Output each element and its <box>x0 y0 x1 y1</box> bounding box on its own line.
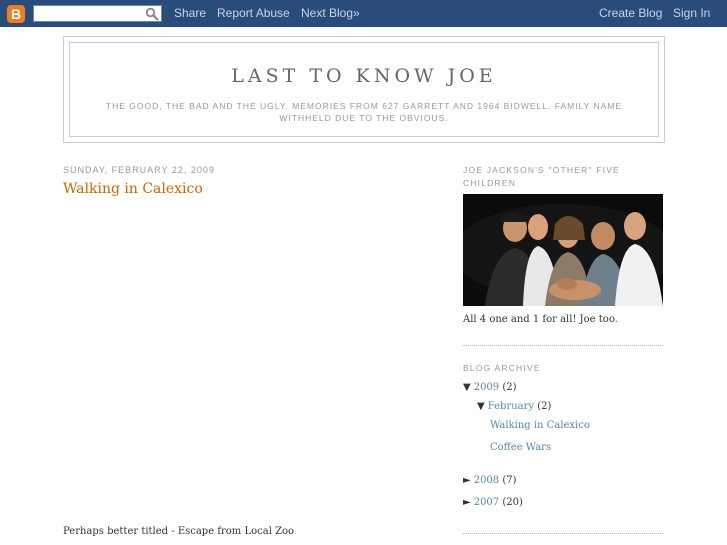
blog-description: THE GOOD, THE BAD AND THE UGLY. MEMORIES… <box>105 101 623 123</box>
post-date: SUNDAY, FEBRUARY 22, 2009 <box>63 165 215 175</box>
archive-year-link[interactable]: 2007 <box>474 497 499 508</box>
photo-widget-heading: JOE JACKSON'S "OTHER" FIVE CHILDREN <box>463 165 620 188</box>
search-icon[interactable] <box>145 7 159 21</box>
archive-count: (7) <box>502 475 517 486</box>
blog-header-inner: LAST TO KNOW JOE THE GOOD, THE BAD AND T… <box>69 42 659 137</box>
archive-post-link[interactable]: Coffee Wars <box>490 442 551 453</box>
archive-count: (2) <box>502 382 517 393</box>
post-body-text: Perhaps better titled - Escape from Loca… <box>63 526 295 537</box>
expand-toggle-icon[interactable]: ▼ <box>477 401 485 412</box>
collapse-toggle-icon[interactable]: ► <box>463 497 471 508</box>
archive-post-item: Coffee Wars <box>490 442 551 453</box>
blogger-logo-icon[interactable]: B <box>7 5 25 23</box>
archive-count: (2) <box>537 401 552 412</box>
archive-post-item: Walking in Calexico <box>490 420 590 431</box>
archive-heading: BLOG ARCHIVE <box>463 363 541 373</box>
archive-month-february: ▼ February (2) <box>477 401 551 412</box>
report-abuse-link[interactable]: Report Abuse <box>217 5 290 21</box>
archive-year-2007: ► 2007 (20) <box>463 497 523 508</box>
sidebar-divider <box>463 345 663 346</box>
archive-year-link[interactable]: 2009 <box>474 382 499 393</box>
share-link[interactable]: Share <box>174 5 206 21</box>
blog-title[interactable]: LAST TO KNOW JOE <box>70 65 658 87</box>
post-title[interactable]: Walking in Calexico <box>63 181 203 197</box>
group-photo[interactable] <box>463 194 663 306</box>
collapse-toggle-icon[interactable]: ► <box>463 475 471 486</box>
sidebar-divider <box>463 533 663 534</box>
next-blog-link[interactable]: Next Blog» <box>301 5 360 21</box>
search-box[interactable] <box>33 5 162 26</box>
blog-header: LAST TO KNOW JOE THE GOOD, THE BAD AND T… <box>63 36 665 143</box>
archive-year-2008: ► 2008 (7) <box>463 475 517 486</box>
group-photo-image <box>463 194 663 306</box>
sign-in-link[interactable]: Sign In <box>673 5 710 21</box>
blogger-navbar: B Share Report Abuse Next Blog» Create B… <box>0 0 727 27</box>
expand-toggle-icon[interactable]: ▼ <box>463 382 471 393</box>
create-blog-link[interactable]: Create Blog <box>599 5 662 21</box>
photo-caption: All 4 one and 1 for all! Joe too. <box>463 314 618 325</box>
archive-year-2009: ▼ 2009 (2) <box>463 382 517 393</box>
archive-month-link[interactable]: February <box>488 401 534 412</box>
archive-count: (20) <box>502 497 523 508</box>
search-input[interactable] <box>34 10 148 26</box>
archive-post-link[interactable]: Walking in Calexico <box>490 420 590 431</box>
archive-year-link[interactable]: 2008 <box>474 475 499 486</box>
